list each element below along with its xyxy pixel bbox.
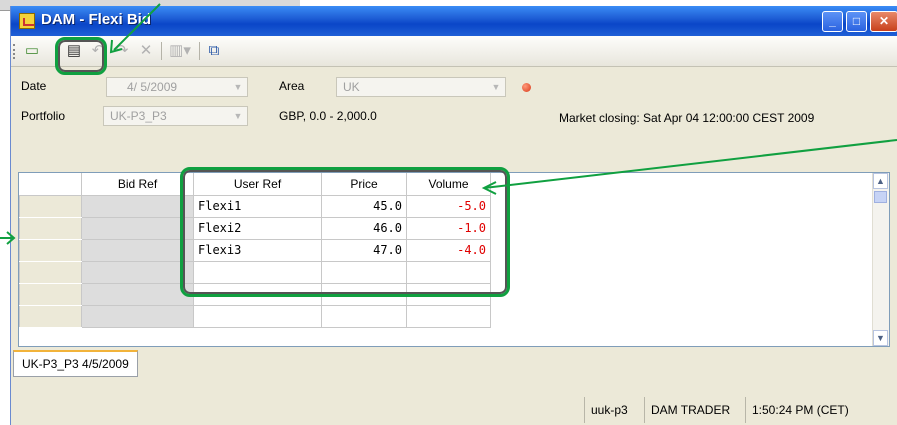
annotation-arrows xyxy=(0,3,897,245)
arrowhead-save xyxy=(109,39,123,54)
arrow-to-volume xyxy=(483,139,897,189)
arrow-to-save xyxy=(113,3,161,51)
